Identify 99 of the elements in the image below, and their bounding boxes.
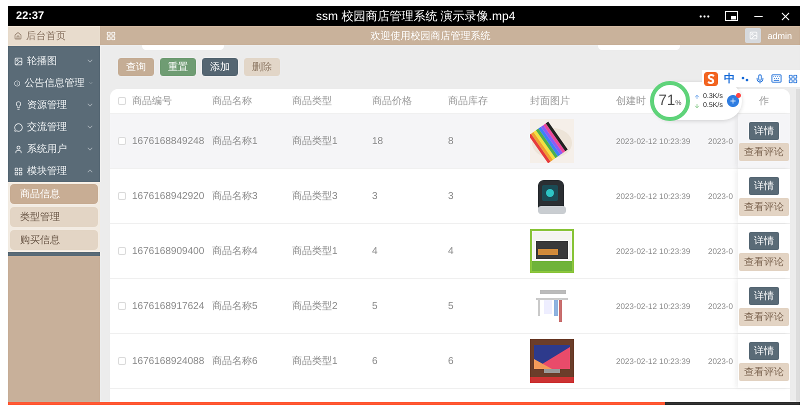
table-cell-text: 2023-02-12 10:23:39	[616, 246, 692, 256]
table-cell-text: 商品类型1	[292, 244, 339, 258]
table-cell-text: 1676168942920	[132, 190, 206, 202]
table-cell-text: 商品名称3	[212, 190, 259, 203]
menu-label: 轮播图	[27, 54, 58, 68]
keyboard-icon[interactable]	[771, 73, 782, 84]
checkbox[interactable]	[118, 192, 126, 200]
action-button[interactable]: 查看评论	[739, 142, 789, 160]
action-button[interactable]: 详情	[749, 342, 779, 360]
table-cell-text: 2023-02-12 10:23:39	[616, 192, 692, 200]
grid-icon[interactable]	[788, 74, 798, 84]
table-cell-text: 商品类型2	[292, 300, 339, 313]
user-name: admin	[767, 30, 792, 40]
search-field[interactable]	[142, 45, 224, 50]
grid-icon[interactable]	[106, 30, 116, 40]
welcome-text: 欢迎使用校园商店管理系统	[370, 30, 492, 42]
menu-item[interactable]: 资源管理	[8, 94, 100, 116]
table-cell-text: 2023-02-12 10:23:39	[616, 136, 692, 146]
boost-button[interactable]	[726, 95, 739, 107]
progress-track[interactable]	[8, 402, 800, 405]
microphone-icon[interactable]	[755, 74, 765, 84]
column-header: 创建时	[616, 94, 646, 108]
avatar[interactable]	[745, 28, 762, 43]
table-cell-text: 2023-0	[708, 356, 734, 366]
toolbar-button[interactable]: 重置	[160, 58, 196, 76]
close-icon[interactable]	[779, 10, 792, 22]
menu-item[interactable]: 系统用户	[8, 138, 100, 160]
input-mode[interactable]: 中	[724, 71, 735, 86]
toolbar-button[interactable]: 添加	[202, 58, 238, 76]
clock: 22:37	[16, 10, 46, 22]
table-cell-text: 2023-02-12 10:23:39	[616, 356, 692, 366]
menu-item[interactable]: 模块管理	[8, 160, 100, 182]
search-field[interactable]	[598, 45, 680, 50]
table-cell-text: 商品名称5	[212, 300, 259, 313]
menu-label: 系统用户	[27, 142, 68, 156]
column-header: 商品编号	[132, 94, 172, 108]
table-cell-text: 商品名称1	[212, 134, 259, 148]
menu-label: 交流管理	[27, 120, 68, 134]
punctuation-icon[interactable]	[741, 74, 749, 82]
menu-item[interactable]: 交流管理	[8, 116, 100, 138]
table-cell-text: 商品类型3	[292, 190, 339, 203]
submenu-item[interactable]: 购买信息	[10, 230, 98, 250]
table-cell-text: 2023-0	[708, 136, 734, 146]
submenu-item[interactable]: 类型管理	[10, 207, 98, 227]
video-title: ssm 校园商店管理系统 演示录像.mp4	[316, 8, 516, 24]
upload-icon	[694, 94, 700, 100]
menu-label: 模块管理	[27, 164, 68, 178]
checkbox[interactable]	[118, 247, 126, 255]
download-icon	[694, 102, 700, 108]
menu-item[interactable]: 轮播图	[8, 50, 100, 72]
table-cell-text: 5	[372, 300, 379, 312]
action-button[interactable]: 详情	[749, 176, 779, 194]
table-cell-text: 3	[448, 190, 455, 202]
table-cell-text: 3	[372, 190, 379, 202]
column-header: 商品库存	[448, 94, 488, 108]
table-cell-text: 8	[448, 136, 455, 146]
picture-in-picture-icon[interactable]	[725, 10, 738, 22]
checkbox[interactable]	[118, 302, 126, 310]
checkbox[interactable]	[118, 137, 126, 145]
table-cell-text: 商品类型1	[292, 134, 339, 148]
action-button[interactable]: 详情	[749, 122, 779, 140]
table-cell-text: 商品类型1	[292, 354, 339, 368]
table-cell-text: 1676168909400	[132, 246, 206, 256]
table-cell-text: 2023-0	[708, 192, 734, 200]
table-cell-text: 2023-0	[708, 302, 734, 310]
table-cell-text: 1676168849248	[132, 136, 206, 146]
column-header: 商品价格	[372, 94, 412, 108]
table-cell-text: 5	[448, 300, 455, 312]
plus-icon	[728, 97, 737, 105]
usage-percent: 71	[658, 92, 676, 109]
table-cell-text: 2023-02-12 10:23:39	[616, 302, 692, 310]
menu-item[interactable]: 公告信息管理	[8, 72, 100, 94]
action-button[interactable]: 查看评论	[739, 308, 789, 326]
table-cell-text: 2023-0	[708, 246, 734, 256]
toolbar-button[interactable]: 删除	[244, 58, 280, 76]
action-button[interactable]: 查看评论	[739, 198, 789, 216]
menu-label: 公告信息管理	[24, 76, 84, 90]
table-cell-text: 4	[448, 246, 455, 256]
column-header: 封面图片	[530, 94, 570, 108]
action-button[interactable]: 详情	[749, 286, 779, 304]
menu-label: 资源管理	[27, 99, 68, 112]
table-cell-text: 6	[372, 356, 379, 366]
column-header: 商品名称	[212, 94, 252, 108]
table-cell-text: 1676168924088	[132, 356, 206, 366]
table-cell-text: 商品名称4	[212, 244, 259, 258]
action-button[interactable]: 查看评论	[739, 362, 789, 380]
table-cell-text: 18	[372, 136, 384, 146]
table-cell-text: 6	[448, 356, 455, 366]
sidebar-item[interactable]: 后台首页	[8, 26, 100, 46]
column-header: 商品类型	[292, 94, 332, 108]
table-cell-text: 1676168917624	[132, 300, 206, 312]
checkbox[interactable]	[118, 357, 126, 365]
home-icon	[14, 32, 22, 40]
table-cell-text: 4	[372, 246, 379, 256]
action-button[interactable]: 详情	[749, 232, 779, 250]
action-button[interactable]: 查看评论	[739, 252, 789, 270]
column-header: 作	[759, 95, 769, 108]
table-cell-text: 商品名称6	[212, 354, 259, 368]
checkbox[interactable]	[118, 97, 126, 105]
